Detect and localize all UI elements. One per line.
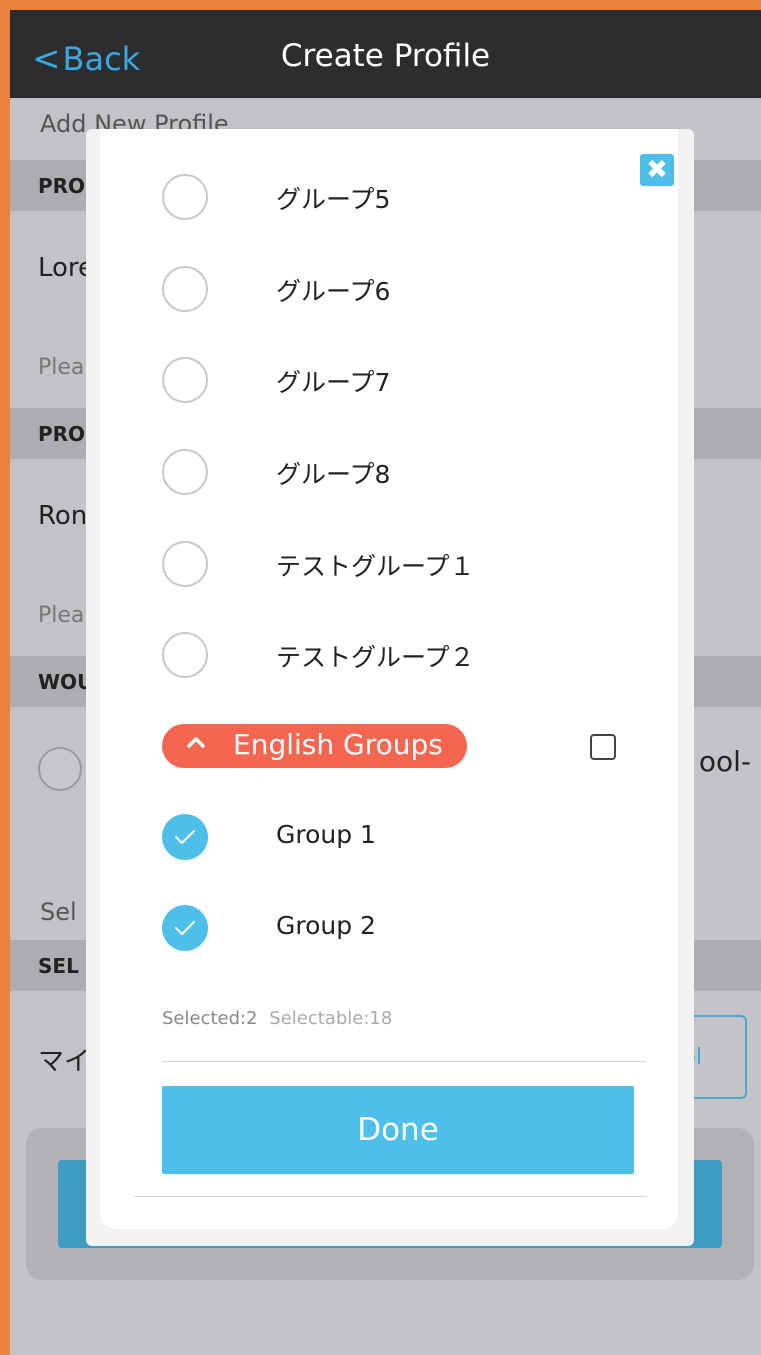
checked-radio-button[interactable]: [162, 814, 208, 860]
radio-button[interactable]: [162, 541, 208, 587]
radio-button[interactable]: [162, 174, 208, 220]
option-label: グループ6: [276, 277, 391, 306]
done-button[interactable]: Done: [162, 1086, 634, 1174]
option-label: グループ7: [276, 368, 391, 397]
page-title: Create Profile: [280, 38, 491, 74]
group-toggle-button[interactable]: English Groups: [162, 724, 467, 768]
checkmark-icon: [175, 921, 195, 935]
checked-radio-button[interactable]: [162, 905, 208, 951]
checkmark-icon: [175, 830, 195, 844]
option-label: グループ5: [276, 185, 391, 214]
option-label: テストグループ１: [276, 552, 475, 581]
section-value-2: Ron: [38, 501, 88, 531]
group-select-all-checkbox[interactable]: [590, 734, 616, 760]
option-label: グループ8: [276, 460, 391, 489]
group-label: English Groups: [233, 728, 443, 761]
section-value-4: マイ: [38, 1047, 91, 1077]
section-hint-1: Plea: [38, 355, 85, 380]
select-label: Sel: [40, 898, 77, 926]
selected-count: Selected:2: [162, 1008, 258, 1029]
section-right-text-3: ool-: [698, 745, 751, 778]
divider: [134, 1196, 646, 1197]
selection-counts: Selected:2 Selectable:18: [162, 1008, 392, 1029]
section-hint-2: Plea: [38, 603, 85, 628]
group-option-label: Group 1: [276, 820, 376, 849]
navigation-bar: < Back Create Profile: [10, 10, 761, 98]
radio-button[interactable]: [162, 266, 208, 312]
radio-button[interactable]: [162, 632, 208, 678]
divider: [162, 1061, 646, 1062]
option-label: テストグループ２: [276, 643, 475, 672]
radio-button[interactable]: [162, 449, 208, 495]
group-option-label: Group 2: [276, 911, 376, 940]
selectable-count: Selectable:18: [269, 1008, 393, 1029]
radio-button[interactable]: [162, 357, 208, 403]
chevron-up-icon: [187, 737, 205, 748]
close-icon: ✖: [646, 155, 668, 185]
background-radio[interactable]: [38, 747, 82, 791]
close-button[interactable]: ✖: [640, 154, 674, 186]
